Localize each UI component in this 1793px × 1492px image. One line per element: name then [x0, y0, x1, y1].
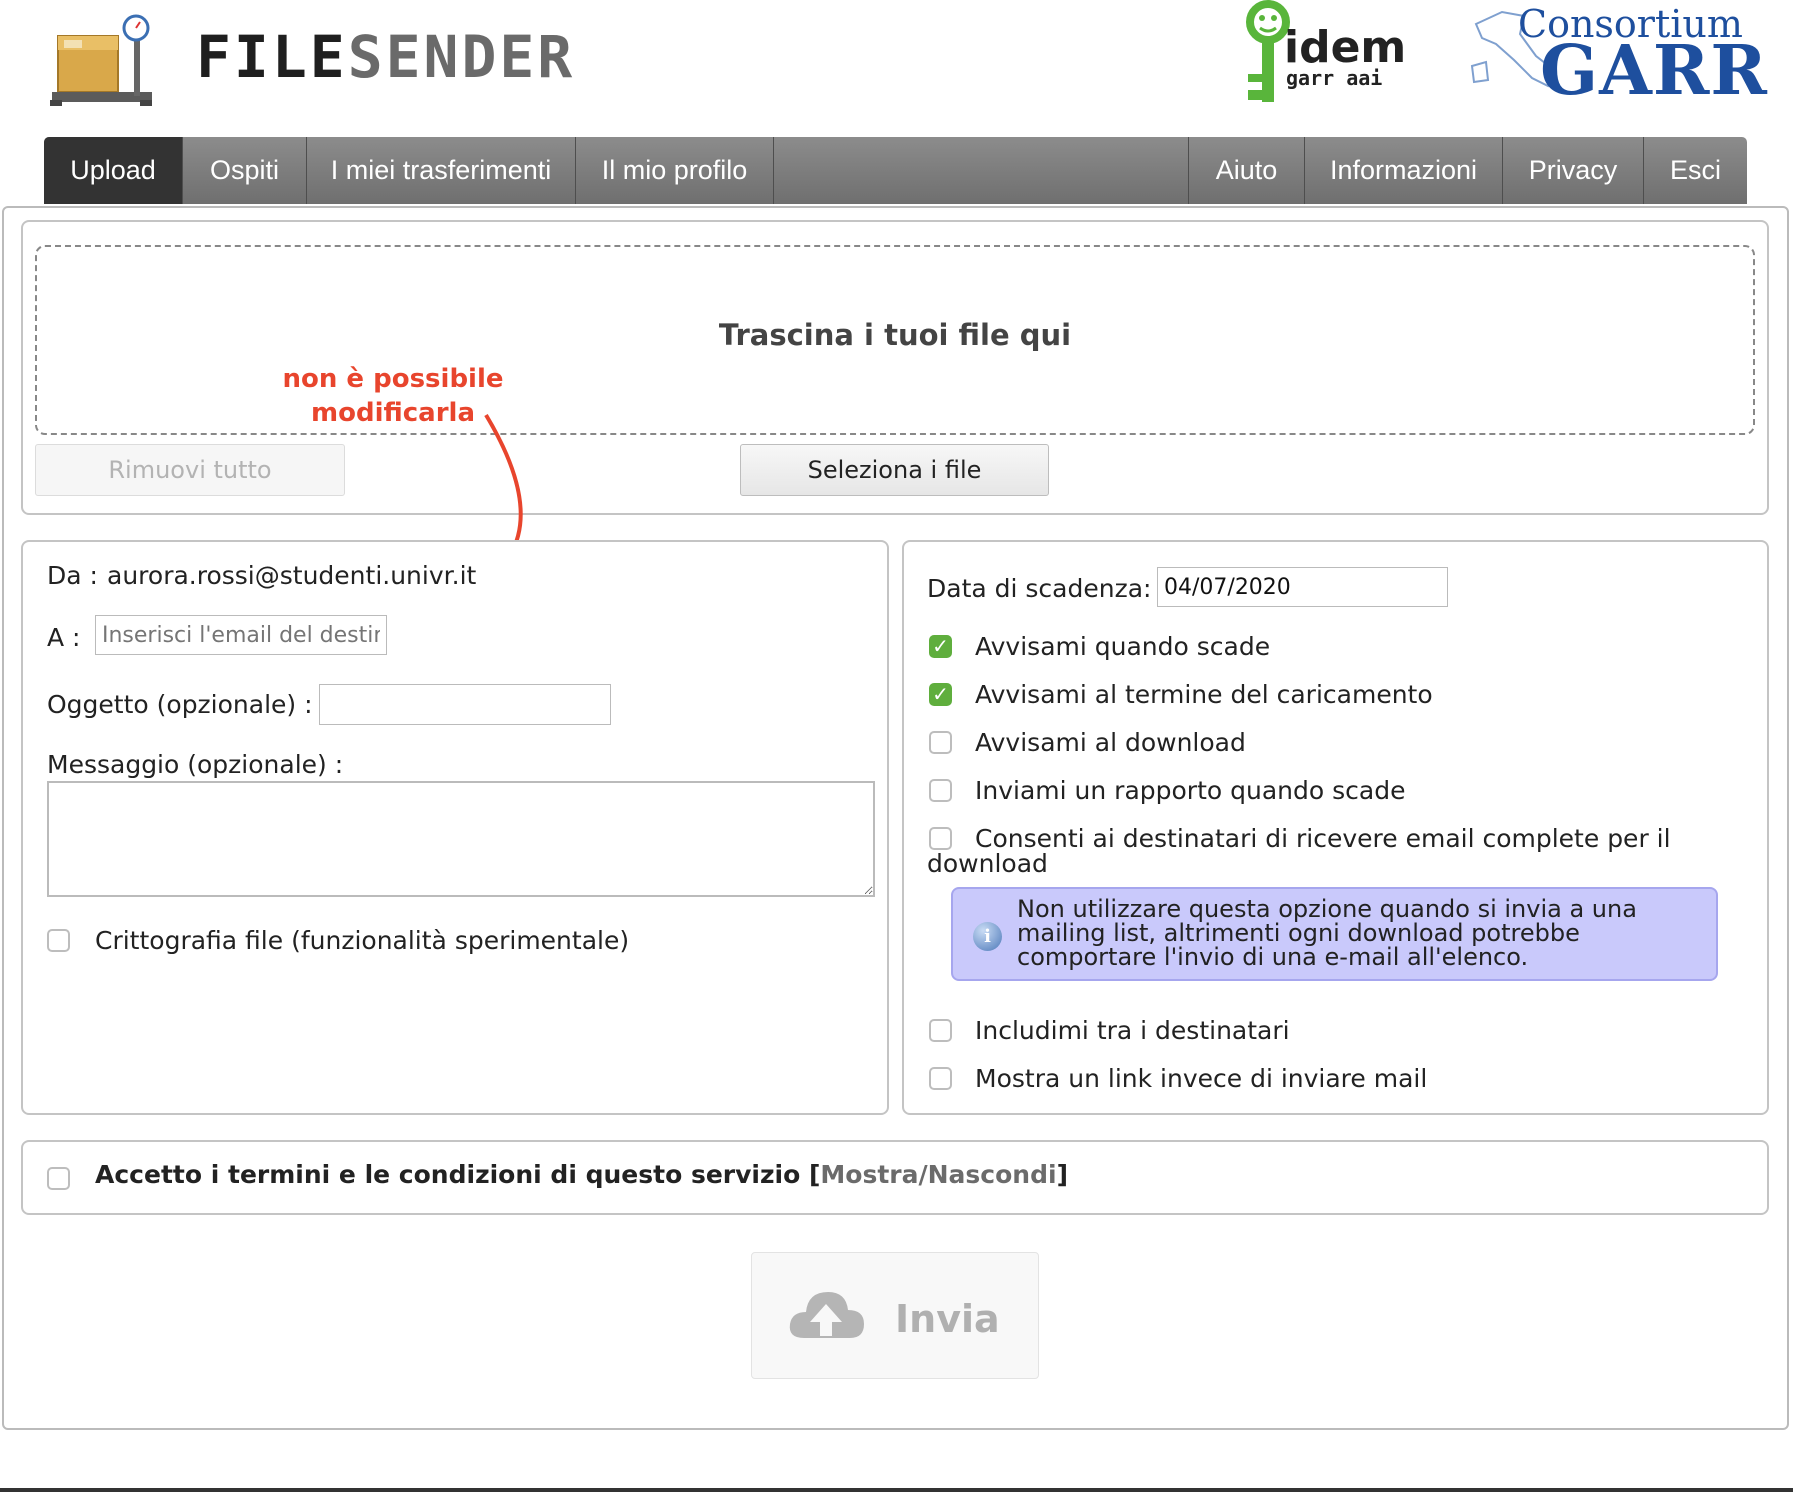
tab-my-profile[interactable]: Il mio profilo: [576, 137, 774, 204]
notify-expiry-checkbox[interactable]: [929, 635, 952, 658]
notify-upload-complete-checkbox[interactable]: [929, 683, 952, 706]
tab-logout[interactable]: Esci: [1643, 137, 1747, 204]
brand-part-1: FILE: [196, 23, 348, 91]
tab-guests[interactable]: Ospiti: [183, 137, 307, 204]
info-line-2: mailing list, altrimenti ogni download p…: [1017, 919, 1580, 947]
terms-toggle-link[interactable]: Mostra/Nascondi: [820, 1160, 1056, 1189]
message-label: Messaggio (opzionale) :: [47, 750, 344, 779]
info-icon: i: [973, 922, 1002, 951]
annotation-line-1: non è possibile: [282, 364, 504, 394]
tab-about[interactable]: Informazioni: [1304, 137, 1502, 204]
terms-label: Accetto i termini e le condizioni di que…: [95, 1160, 821, 1189]
notify-expiry-label: Avvisami quando scade: [975, 632, 1271, 661]
page-bottom-border: [0, 1488, 1793, 1492]
show-link-label: Mostra un link invece di inviare mail: [975, 1064, 1428, 1093]
notify-download-checkbox[interactable]: [929, 731, 952, 754]
subject-input[interactable]: [319, 684, 611, 725]
info-text: Non utilizzare questa opzione quando si …: [1017, 897, 1707, 969]
recipient-email-input[interactable]: [95, 615, 387, 655]
select-files-button[interactable]: Seleziona i file: [740, 444, 1049, 496]
notify-upload-complete-label: Avvisami al termine del caricamento: [975, 680, 1433, 709]
report-expiry-checkbox[interactable]: [929, 779, 952, 802]
expiry-label: Data di scadenza:: [927, 574, 1152, 603]
tab-help[interactable]: Aiuto: [1188, 137, 1304, 204]
encryption-checkbox[interactable]: [47, 929, 70, 952]
tab-privacy[interactable]: Privacy: [1502, 137, 1643, 204]
info-line-1: Non utilizzare questa opzione quando si …: [1017, 895, 1637, 923]
full-email-checkbox[interactable]: [929, 827, 952, 850]
include-me-label: Includimi tra i destinatari: [975, 1016, 1290, 1045]
dropzone-text: Trascina i tuoi file qui: [718, 318, 1072, 352]
remove-all-button[interactable]: Rimuovi tutto: [35, 444, 345, 496]
expiry-date-input[interactable]: [1157, 567, 1448, 607]
idem-logo-subtext: garr aai: [1286, 66, 1382, 90]
from-value: aurora.rossi@studenti.univr.it: [107, 561, 477, 590]
brand-part-2: SENDER: [347, 23, 576, 91]
info-line-3: comportare l'invio di una e-mail all'ele…: [1017, 943, 1529, 971]
main-nav: Upload Ospiti I miei trasferimenti Il mi…: [44, 137, 1747, 204]
message-textarea[interactable]: [47, 781, 875, 897]
subject-label: Oggetto (opzionale) :: [47, 690, 313, 719]
from-label: Da :: [47, 561, 98, 590]
tab-my-transfers[interactable]: I miei trasferimenti: [307, 137, 576, 204]
accept-terms-checkbox[interactable]: [47, 1167, 70, 1190]
full-email-label-line-2: download: [927, 849, 1048, 878]
terms-bracket: ]: [1056, 1160, 1069, 1189]
tab-upload[interactable]: Upload: [44, 137, 183, 204]
report-expiry-label: Inviami un rapporto quando scade: [975, 776, 1406, 805]
include-me-checkbox[interactable]: [929, 1019, 952, 1042]
terms-text: Accetto i termini e le condizioni di que…: [95, 1160, 1068, 1189]
full-email-label-line-1: Consenti ai destinatari di ricevere emai…: [975, 824, 1671, 853]
idem-logo: idem garr aai: [1246, 0, 1406, 102]
app-brand: FILESENDER: [196, 22, 575, 92]
garr-logo-text: GARR: [1540, 31, 1768, 111]
encryption-label: Crittografia file (funzionalità sperimen…: [95, 926, 630, 955]
notify-download-label: Avvisami al download: [975, 728, 1246, 757]
to-label: A :: [47, 623, 81, 652]
send-label: Invia: [895, 1297, 1000, 1341]
show-link-checkbox[interactable]: [929, 1067, 952, 1090]
filesender-logo-icon: [50, 14, 152, 106]
cloud-upload-icon: [789, 1292, 864, 1338]
